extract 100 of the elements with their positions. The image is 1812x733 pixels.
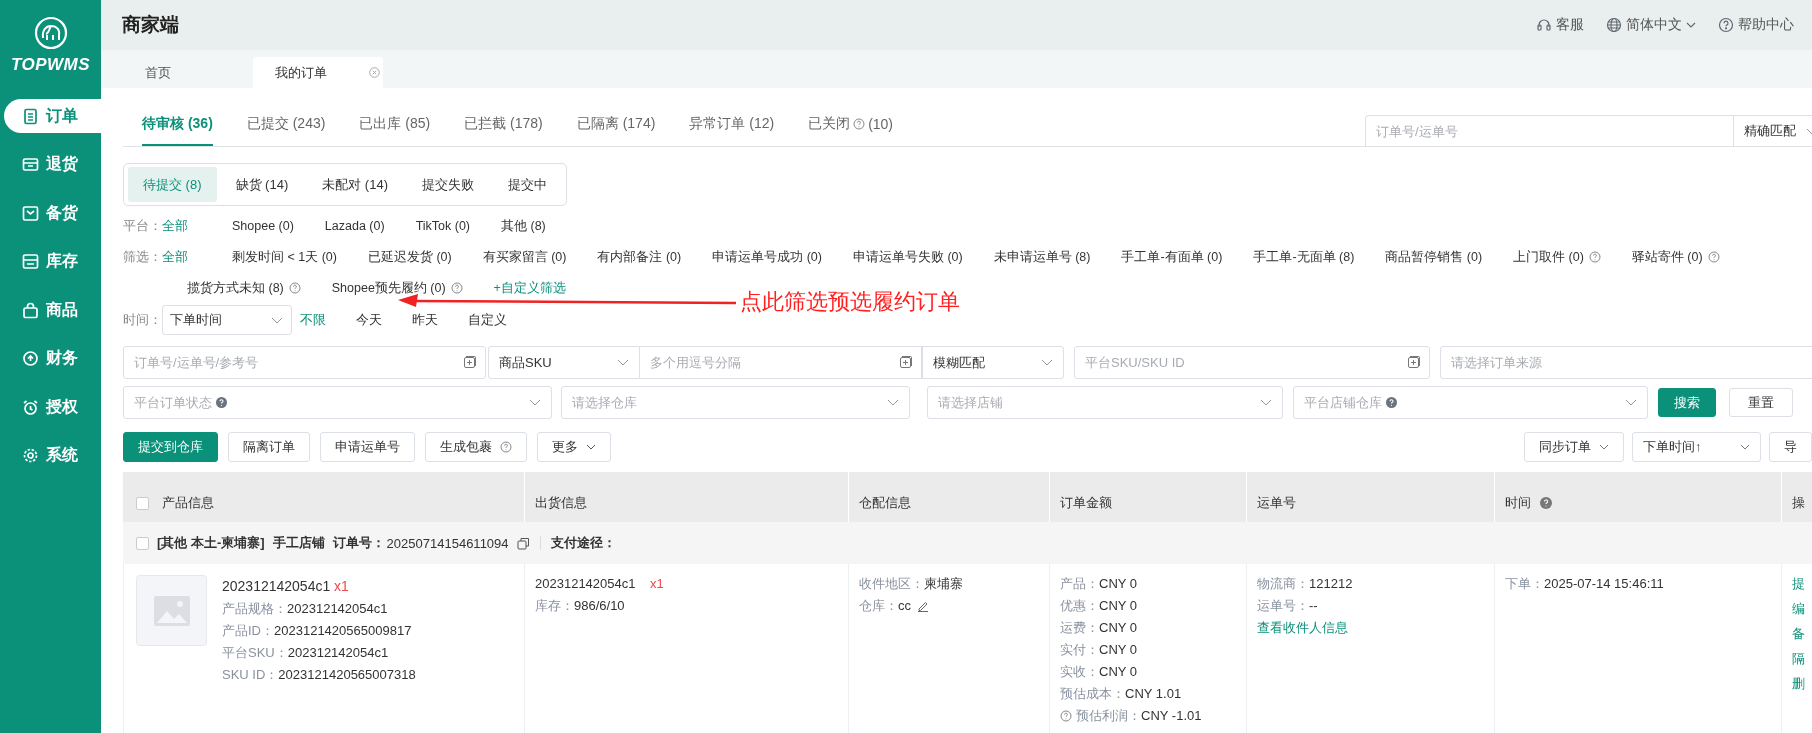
page-tab[interactable]: 我的订单 <box>253 57 383 88</box>
column-header: 运单号 <box>1257 494 1296 512</box>
action-button[interactable]: 更多 <box>537 432 611 462</box>
action-button[interactable]: 提交到仓库 <box>123 432 218 462</box>
sub-tab[interactable]: 缺货 (14) <box>220 167 304 202</box>
status-tab[interactable]: 待审核 (36) <box>142 115 213 146</box>
carrier-info: 物流商：121212 <box>1257 575 1354 593</box>
status-tab[interactable]: 已出库 (85) <box>359 115 431 146</box>
filter-option[interactable]: 有买家留言 (0) <box>482 246 567 268</box>
copy-icon[interactable] <box>516 536 530 550</box>
sidebar-item[interactable]: 备货 <box>4 196 101 230</box>
sidebar-item[interactable]: 退货 <box>4 147 101 182</box>
filter-option[interactable]: 商品暂停销售 (0) <box>1385 246 1483 268</box>
filter-option[interactable]: 手工单-有面单 (0) <box>1121 246 1223 268</box>
header-link[interactable]: 帮助中心 <box>1718 16 1794 34</box>
filter-option[interactable]: 上门取件 (0) <box>1513 246 1601 268</box>
sub-tab[interactable]: 提交失败 <box>406 167 489 202</box>
platform-option[interactable]: 其他 (8) <box>501 215 546 237</box>
operation-link[interactable]: 备 <box>1792 624 1812 643</box>
filter-option[interactable]: 已延迟发货 (0) <box>367 246 452 268</box>
operation-link[interactable]: 提 <box>1792 574 1812 593</box>
filter-option[interactable]: 驿站寄件 (0) <box>1631 246 1720 268</box>
reset-button[interactable]: 重置 <box>1729 388 1793 417</box>
filter-option[interactable]: 揽货方式未知 (8) <box>187 277 301 299</box>
filter-label: 平台： <box>123 218 162 235</box>
sidebar-item[interactable]: 授权 <box>4 390 101 424</box>
column-header: 产品信息 <box>162 494 214 512</box>
input-field[interactable]: 订单号/运单号/参考号 <box>123 346 486 379</box>
select-field[interactable]: 模糊匹配 <box>922 346 1064 379</box>
status-tab[interactable]: 异常订单 (12) <box>689 115 775 146</box>
status-tab[interactable]: 已拦截 (178) <box>464 115 543 146</box>
order-number: 20250714154611094 <box>386 535 509 551</box>
order-number-label: 订单号： <box>332 534 385 552</box>
time-option[interactable]: 自定义 <box>468 309 507 331</box>
action-button[interactable]: 同步订单 <box>1524 432 1624 462</box>
filter-option[interactable]: 剩发时间 < 1天 (0) <box>232 246 337 268</box>
sub-tab[interactable]: 未配对 (14) <box>307 167 403 202</box>
order-tags: [其他 本土-柬埔寨] <box>157 534 265 552</box>
bag-icon <box>22 301 39 319</box>
product-name: 202312142054c1 x1 <box>222 577 350 596</box>
input-field[interactable]: 多个用逗号分隔 <box>640 346 922 379</box>
filter-option[interactable]: 申请运单号成功 (0) <box>712 246 822 268</box>
status-tab[interactable]: 已隔离 (174) <box>576 115 656 146</box>
product-detail: SKU ID：2023121420565007318 <box>222 666 416 684</box>
action-button[interactable]: 申请运单号 <box>320 432 415 462</box>
sort-select[interactable]: 下单时间↑ <box>1632 432 1761 462</box>
action-button[interactable]: 隔离订单 <box>228 432 310 462</box>
column-header: 仓配信息 <box>859 494 911 512</box>
platform-option[interactable]: Lazada (0) <box>324 215 385 237</box>
filter-option[interactable]: 未申请运单号 (8) <box>993 246 1091 268</box>
operation-link[interactable]: 编 <box>1792 599 1812 618</box>
order-search-field[interactable]: 订单号/运单号 <box>1365 115 1734 146</box>
plus-box-icon[interactable] <box>899 356 912 369</box>
sidebar-item[interactable]: 财务 <box>4 341 101 376</box>
time-type-select[interactable]: 下单时间 <box>162 305 292 335</box>
sidebar-item[interactable]: 库存 <box>4 244 101 279</box>
recipient-info-link[interactable]: 查看收件人信息 <box>1257 618 1484 637</box>
filter-option[interactable]: 手工单-无面单 (8) <box>1253 246 1355 268</box>
amount-line: 实付：CNY 0 <box>1060 641 1138 659</box>
custom-filter-link[interactable]: +自定义筛选 <box>493 277 566 299</box>
product-detail: 平台SKU：202312142054c1 <box>222 644 390 662</box>
close-icon[interactable] <box>369 67 380 78</box>
logo-text: TOPWMS <box>10 55 91 75</box>
match-select[interactable]: 精确匹配 <box>1734 115 1812 146</box>
annotation-text: 点此筛选预选履约订单 <box>740 288 960 316</box>
sidebar-item[interactable]: 商品 <box>4 293 101 327</box>
status-tab[interactable]: 已关闭 (10) <box>808 115 894 146</box>
platform-option[interactable]: 全部 <box>162 215 188 237</box>
input-field[interactable]: 请选择订单来源 <box>1440 346 1812 379</box>
action-button[interactable]: 生成包裹 <box>425 432 527 462</box>
checkbox[interactable] <box>136 536 149 550</box>
time-option[interactable]: 昨天 <box>412 309 438 331</box>
plus-box-icon[interactable] <box>1407 356 1420 369</box>
operation-link[interactable]: 删 <box>1792 674 1812 693</box>
platform-option[interactable]: Shopee (0) <box>232 215 294 237</box>
search-button[interactable]: 搜索 <box>1658 388 1716 417</box>
sidebar-item[interactable]: 系统 <box>4 438 101 473</box>
pencil-icon[interactable] <box>917 599 929 612</box>
operation-link[interactable]: 隔 <box>1792 649 1812 668</box>
sidebar-item[interactable]: 订单 <box>4 99 101 133</box>
sub-tab[interactable]: 提交中 <box>492 167 562 202</box>
checkbox[interactable] <box>136 496 149 510</box>
help-icon <box>1718 17 1734 33</box>
time-option[interactable]: 今天 <box>356 309 382 331</box>
header-link[interactable]: 客服 <box>1536 16 1584 34</box>
filter-option[interactable]: Shopee预先履约 (0) <box>331 277 463 299</box>
status-tab[interactable]: 已提交 (243) <box>246 115 326 146</box>
action-button[interactable]: 导 <box>1769 432 1812 462</box>
filter-option[interactable]: 有内部备注 (0) <box>597 246 682 268</box>
column-header: 时间 <box>1505 494 1531 512</box>
page-tab[interactable]: 首页 <box>123 57 253 88</box>
time-option[interactable]: 不限 <box>300 309 326 331</box>
header-link[interactable]: 简体中文 <box>1606 16 1696 34</box>
input-field[interactable]: 平台SKU/SKU ID <box>1074 346 1430 379</box>
select-field[interactable]: 商品SKU <box>488 346 640 379</box>
filter-option[interactable]: 全部 <box>162 246 188 268</box>
plus-box-icon[interactable] <box>463 356 476 369</box>
filter-option[interactable]: 申请运单号失败 (0) <box>852 246 963 268</box>
sub-tab[interactable]: 待提交 (8) <box>128 167 217 202</box>
platform-option[interactable]: TikTok (0) <box>415 215 471 237</box>
